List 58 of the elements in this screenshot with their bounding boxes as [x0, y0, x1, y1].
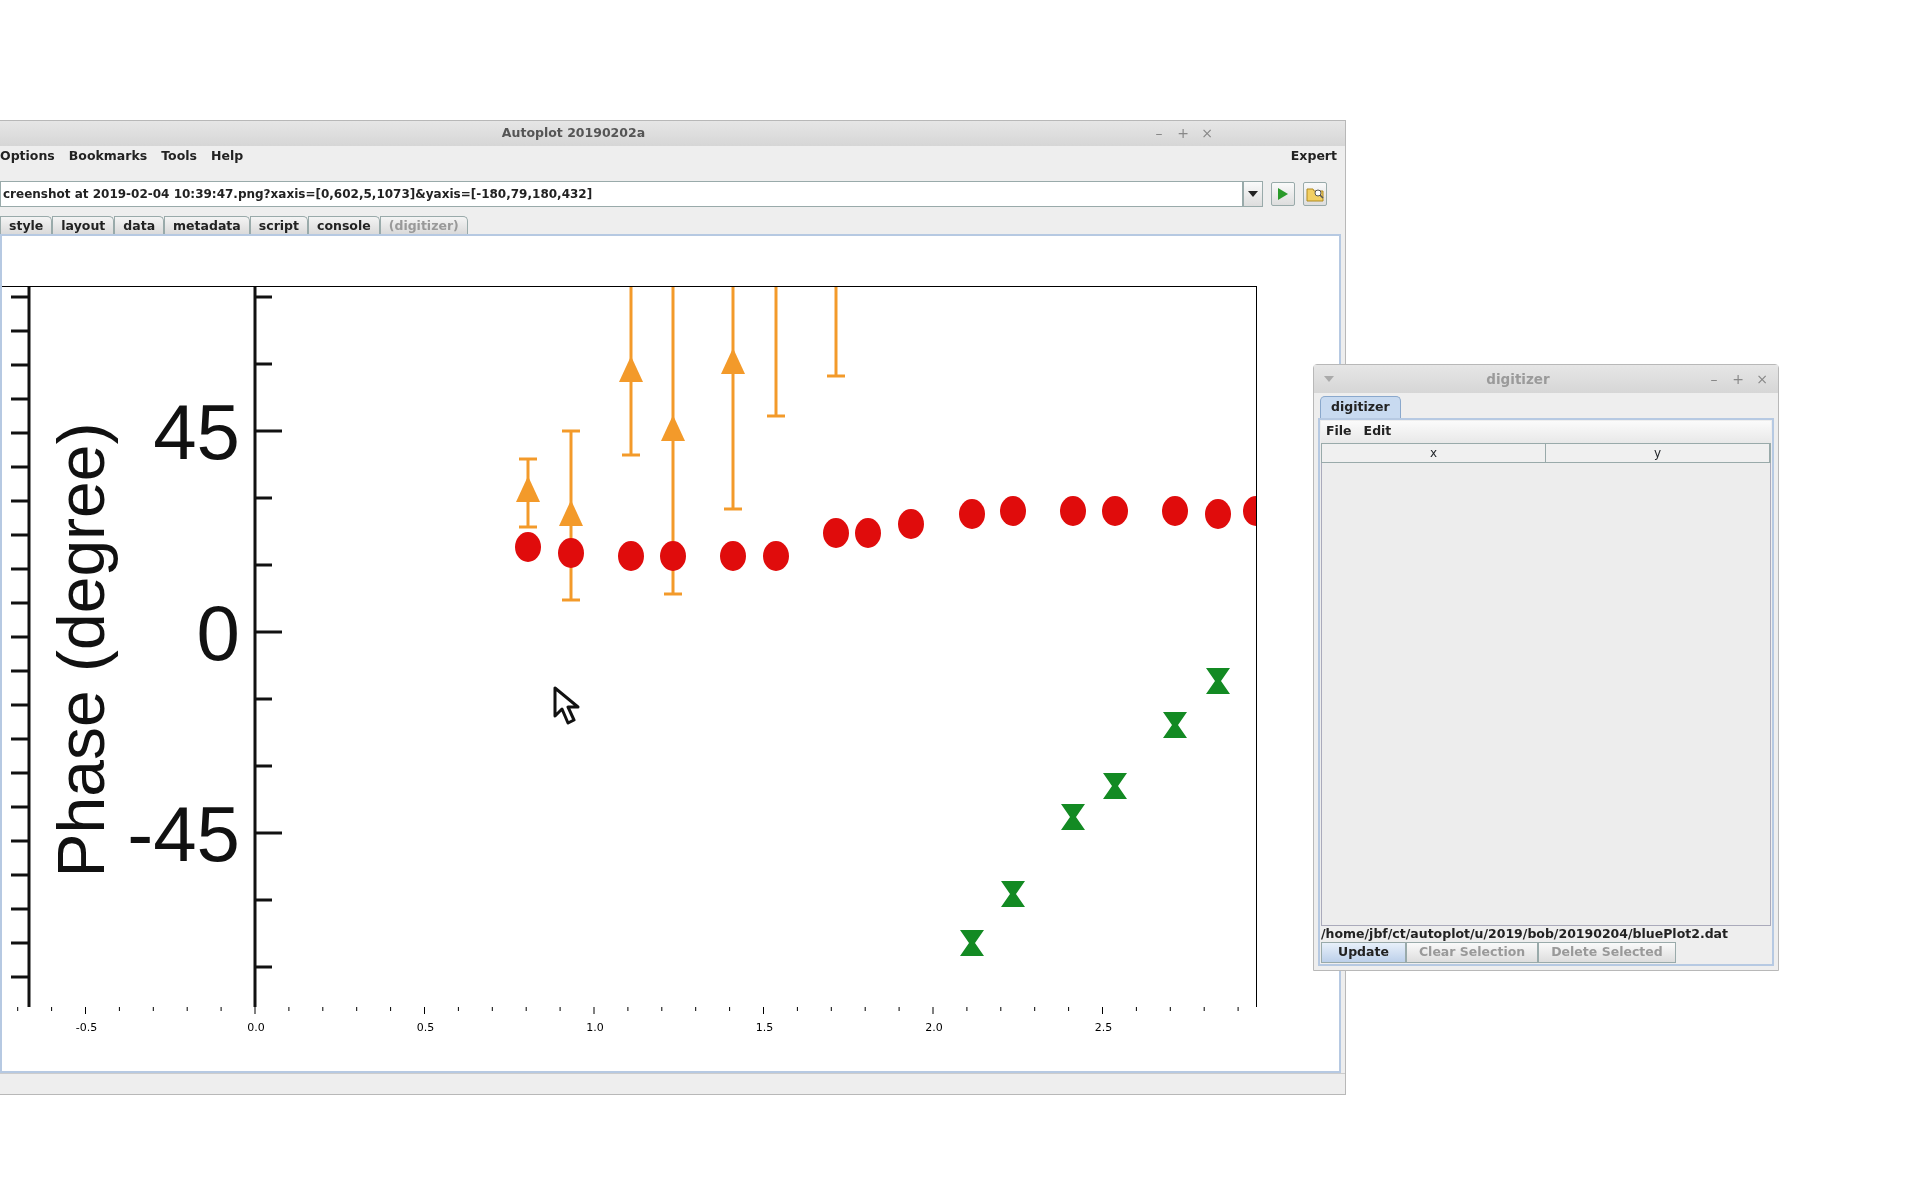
caret-icon	[1248, 191, 1258, 197]
hourglass-marker	[1163, 712, 1187, 738]
error-bar-marker	[516, 457, 540, 529]
circle-marker	[898, 509, 924, 539]
tick-label: 45	[153, 388, 240, 476]
circle-marker	[558, 538, 584, 568]
folder-icon	[1306, 186, 1324, 202]
hourglass-marker	[1001, 881, 1025, 907]
address-field[interactable]: creenshot at 2019-02-04 10:39:47.png?xaxis=[0,602,5,1073]&yaxis=[-180,79,180,432]	[0, 181, 1243, 207]
circle-marker	[959, 499, 985, 529]
axis-label: Phase (degree)	[44, 422, 118, 878]
menu-item[interactable]: Options	[0, 147, 55, 166]
menu-item[interactable]: Edit	[1363, 422, 1392, 442]
menu-item[interactable]: Help	[210, 147, 244, 166]
circle-marker	[660, 541, 686, 571]
hourglass-marker	[1061, 804, 1085, 830]
play-button[interactable]	[1271, 182, 1295, 206]
circle-marker	[1205, 499, 1231, 529]
tab[interactable]: console	[308, 216, 380, 234]
action-button[interactable]: Update	[1321, 942, 1406, 963]
tick-label: 1.5	[755, 1021, 774, 1034]
mode-label[interactable]: Expert	[1290, 147, 1337, 166]
dropdown-button[interactable]	[1243, 181, 1263, 207]
circle-marker	[1000, 496, 1026, 526]
tick-label: 2.0	[925, 1021, 943, 1034]
circle-marker	[1060, 496, 1086, 526]
circle-marker	[515, 532, 541, 562]
circle-marker	[823, 518, 849, 548]
menu-item[interactable]: Bookmarks	[68, 147, 148, 166]
tab[interactable]: script	[249, 216, 309, 234]
circle-marker	[720, 541, 746, 571]
tab[interactable]: digitizer	[1320, 396, 1401, 418]
tick-label: 2.5	[1094, 1021, 1113, 1034]
play-icon	[1277, 187, 1289, 201]
circle-marker	[763, 541, 789, 571]
tick-label: -0.5	[75, 1021, 98, 1034]
menu-item[interactable]: Tools	[161, 147, 197, 166]
hourglass-marker	[1103, 773, 1127, 799]
hourglass-marker	[1206, 668, 1230, 694]
window-title: Autoplot 20190202a	[500, 124, 647, 143]
tick-label: -45	[127, 790, 240, 878]
tab[interactable]: data	[114, 216, 165, 234]
tick-label: 0.5	[416, 1021, 435, 1034]
tab[interactable]: metadata	[164, 216, 250, 234]
menu-item[interactable]: File	[1326, 422, 1352, 442]
folder-button[interactable]	[1303, 182, 1327, 206]
tab[interactable]: layout	[52, 216, 115, 234]
file-path: /home/jbf/ct/autoplot/u/2019/bob/20190204/bluePlot2.dat	[1321, 926, 1729, 942]
circle-marker	[855, 518, 881, 548]
window-title: digitizer	[1485, 369, 1551, 389]
tick-label: 0	[196, 589, 240, 677]
tick-label: 1.0	[586, 1021, 604, 1034]
tick-label: 0.0	[247, 1021, 265, 1034]
tab[interactable]: style	[0, 216, 53, 234]
circle-marker	[1162, 496, 1188, 526]
circle-marker	[1102, 496, 1128, 526]
circle-marker	[618, 541, 644, 571]
hourglass-marker	[960, 930, 984, 956]
